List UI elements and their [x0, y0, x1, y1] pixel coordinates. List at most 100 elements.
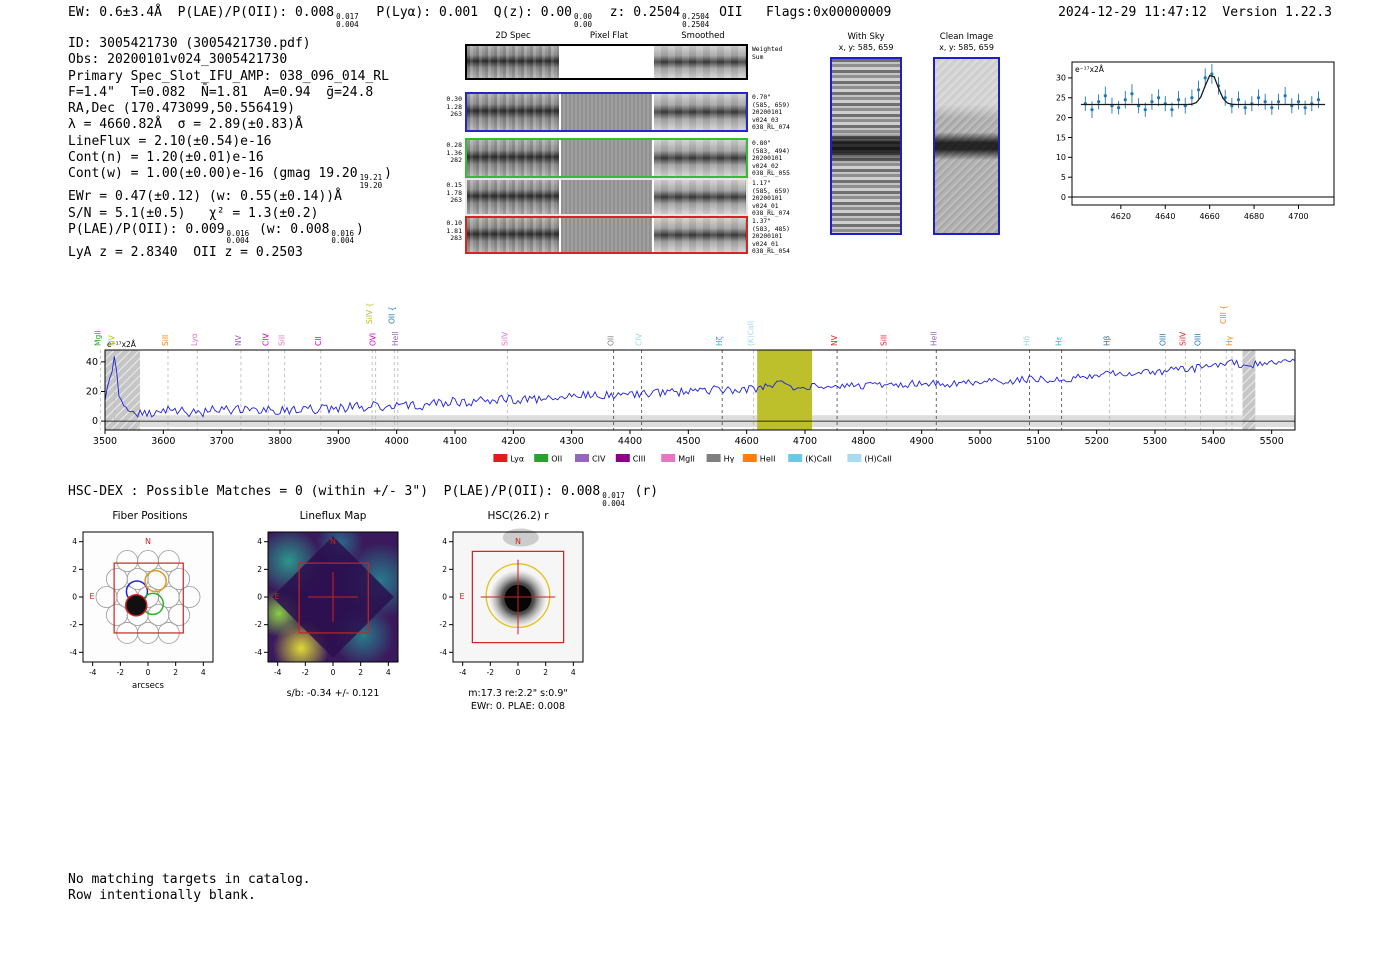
clean-image-coords: x, y: 585, 659: [900, 43, 1033, 52]
svg-text:2: 2: [173, 668, 178, 677]
text-segment: ): [356, 222, 364, 237]
svg-text:Hε: Hε: [1055, 336, 1064, 346]
svg-text:5000: 5000: [968, 436, 992, 447]
header-summary: EW: 0.6±3.4Å P(LAE)/P(OII): 0.0080.0170.…: [68, 5, 891, 28]
svg-text:4300: 4300: [560, 436, 584, 447]
svg-text:-4: -4: [70, 648, 78, 657]
svg-text:-4: -4: [89, 668, 97, 677]
footer-notes: No matching targets in catalog. Row inte…: [68, 872, 311, 903]
svg-text:e⁻¹⁷x2Å: e⁻¹⁷x2Å: [1075, 65, 1105, 74]
svg-text:2: 2: [442, 565, 447, 574]
fit-data-points: [1084, 64, 1320, 118]
svg-text:5100: 5100: [1026, 436, 1050, 447]
svg-text:Hγ: Hγ: [1225, 335, 1234, 346]
pixelflat-image: [561, 94, 653, 130]
svg-text:-2: -2: [255, 620, 263, 629]
fiber-cutout-row: [465, 138, 748, 178]
text-segment: EWr = 0.47(±0.12) (w: 0.55(±0.14))Å: [68, 189, 342, 204]
svg-text:4700: 4700: [793, 436, 817, 447]
spec2d-image: [467, 218, 559, 252]
info-line: LineFlux = 2.10(±0.54)e-16: [68, 134, 392, 150]
stacked-uncertainty: 0.0160.004: [227, 230, 250, 245]
svg-text:NV: NV: [234, 334, 243, 346]
legend-swatch: [661, 454, 675, 462]
emission-line-highlight-band: [757, 350, 812, 430]
hsc-cutout-plot: NE-4-4-2-2002244: [425, 524, 600, 696]
legend-swatch: [493, 454, 507, 462]
legend-label: OII: [551, 455, 562, 464]
legend-label: MgII: [678, 455, 695, 464]
svg-text:3700: 3700: [210, 436, 234, 447]
smoothed-image: [654, 140, 746, 176]
svg-text:-2: -2: [487, 668, 495, 677]
svg-text:4800: 4800: [851, 436, 875, 447]
svg-text:10: 10: [1056, 153, 1066, 162]
svg-text:4200: 4200: [501, 436, 525, 447]
north-label: N: [515, 537, 521, 546]
svg-text:SiIV: SiIV: [1178, 331, 1187, 346]
legend-swatch: [575, 454, 589, 462]
pixelflat-image: [561, 140, 653, 176]
svg-text:-4: -4: [440, 648, 448, 657]
legend-swatch: [707, 454, 721, 462]
svg-text:5200: 5200: [1085, 436, 1109, 447]
svg-text:SiII: SiII: [880, 335, 889, 346]
text-segment: LyA z = 2.8340 OII z = 0.2503: [68, 245, 303, 260]
svg-text:OII: OII: [607, 336, 616, 346]
info-line: Obs: 20200101v024_3005421730: [68, 52, 392, 68]
svg-text:2: 2: [257, 565, 262, 574]
svg-text:NV: NV: [107, 334, 116, 346]
svg-text:HeII: HeII: [391, 331, 400, 346]
svg-text:-4: -4: [274, 668, 282, 677]
line-labels: MgIINVSiIILyαNVCIVSiIICIISiIV {OII {OVIH…: [93, 303, 1234, 346]
svg-text:0: 0: [516, 668, 521, 677]
text-segment: λ = 4660.82Å σ = 2.89(±0.83)Å: [68, 117, 303, 132]
svg-text:MgII: MgII: [93, 330, 102, 346]
fiber-cutout-rows: WeightedSum0.301.282630.70"(585, 659)202…: [436, 44, 826, 262]
svg-text:15: 15: [1056, 133, 1066, 142]
text-segment: ): [384, 166, 392, 181]
fiber-positions-title: Fiber Positions: [50, 510, 250, 522]
svg-text:4: 4: [386, 668, 391, 677]
info-line: EWr = 0.47(±0.12) (w: 0.55(±0.14))Å: [68, 189, 392, 205]
lineflux-map-title: Lineflux Map: [233, 510, 433, 522]
svg-text:OIII: OIII: [1194, 333, 1203, 346]
svg-text:30: 30: [1056, 74, 1066, 83]
svg-text:40: 40: [86, 357, 98, 368]
svg-text:0: 0: [1061, 193, 1066, 202]
text-segment: LineFlux = 2.10(±0.54)e-16: [68, 134, 272, 149]
svg-text:4680: 4680: [1244, 212, 1264, 221]
fiber-cutout-row: [465, 178, 748, 216]
legend-label: Hγ: [724, 455, 735, 464]
svg-text:4: 4: [571, 668, 576, 677]
svg-text:Hβ: Hβ: [1103, 335, 1112, 346]
clean-image: [933, 57, 1000, 235]
footer-line-1: No matching targets in catalog.: [68, 872, 311, 888]
svg-text:-2: -2: [70, 620, 78, 629]
svg-text:HeII: HeII: [929, 331, 938, 346]
info-line: ID: 3005421730 (3005421730.pdf): [68, 36, 392, 52]
spec2d-image: [467, 94, 559, 130]
spectrum-line: [105, 356, 1295, 416]
svg-text:-4: -4: [459, 668, 467, 677]
north-label: N: [330, 537, 336, 546]
pixelflat-image: [561, 46, 653, 78]
col-header-smoothed: Smoothed: [657, 31, 749, 41]
masked-region-band: [1243, 350, 1256, 430]
hsc-dex-summary: HSC-DEX : Possible Matches = 0 (within +…: [68, 484, 658, 507]
smoothed-image: [654, 218, 746, 252]
svg-text:-4: -4: [255, 648, 263, 657]
svg-text:5500: 5500: [1260, 436, 1284, 447]
masked-region-band: [105, 350, 140, 430]
legend-label: CIII: [633, 455, 646, 464]
text-segment: S/N = 5.1(±0.5) χ² = 1.3(±0.2): [68, 206, 318, 221]
svg-text:0: 0: [72, 592, 77, 601]
col-header-2dspec: 2D Spec: [465, 31, 561, 41]
info-line: F=1.4" T=0.082 N̄=1.81 A=0.94 ḡ=24.8: [68, 85, 392, 101]
hsc-caption-1: m:17.3 re:2.2" s:0.9": [408, 688, 628, 699]
text-segment: EW: 0.6±3.4Å P(LAE)/P(OII): 0.008: [68, 5, 334, 20]
svg-text:-2: -2: [117, 668, 125, 677]
header-timestamp: 2024-12-29 11:47:12 Version 1.22.3: [1000, 5, 1332, 20]
svg-text:CIII {: CIII {: [1219, 305, 1228, 324]
svg-text:25: 25: [1056, 94, 1066, 103]
